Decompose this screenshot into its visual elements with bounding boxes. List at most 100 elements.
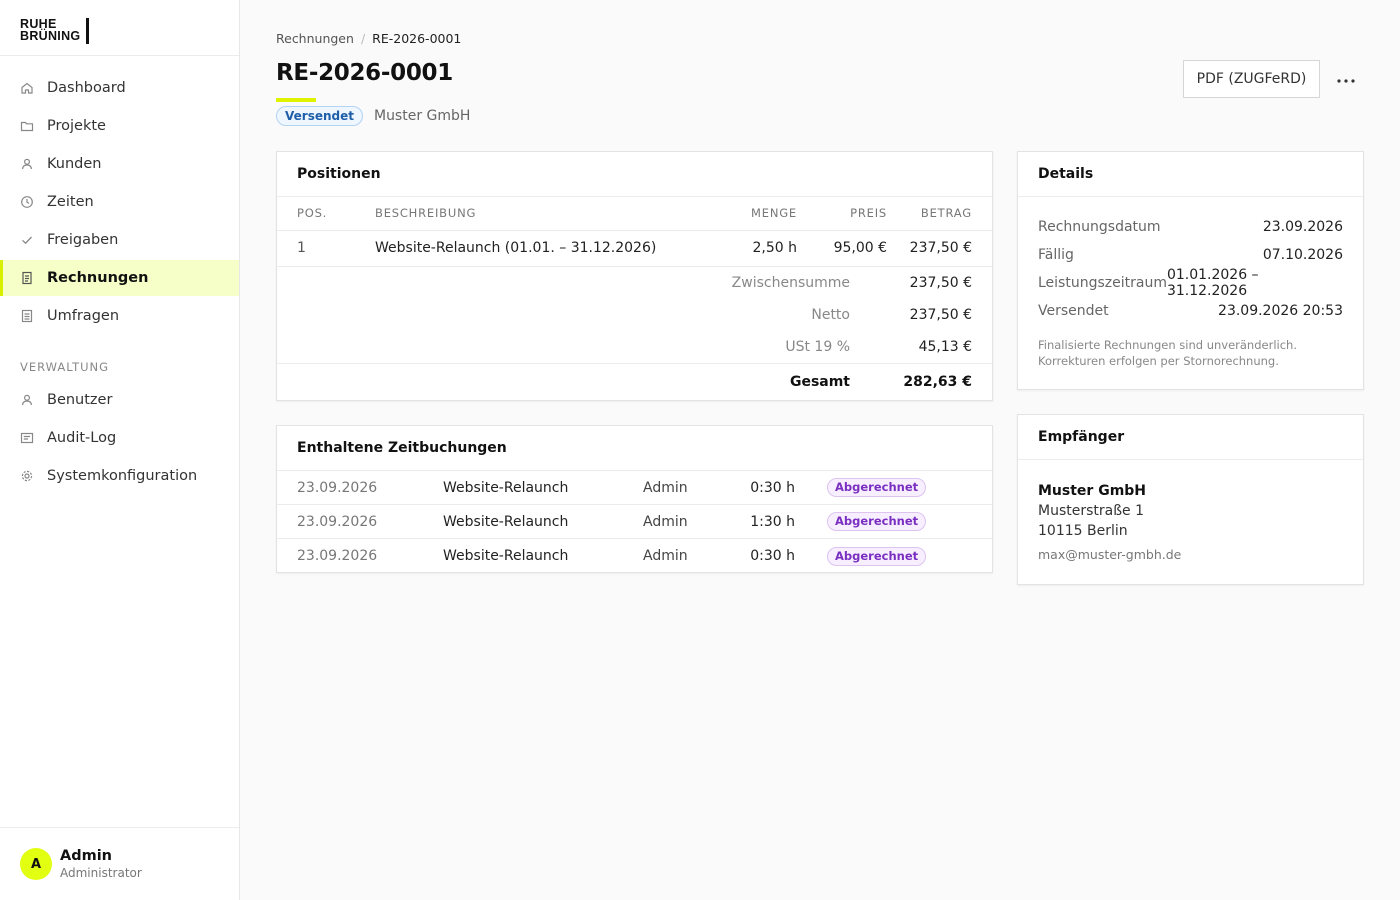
totals-block: Zwischensumme 237,50 € Netto 237,50 € US… bbox=[277, 267, 992, 400]
more-options-button[interactable] bbox=[1334, 68, 1358, 90]
status-badge: Versendet bbox=[276, 106, 363, 126]
status-row: Versendet Muster GmbH bbox=[276, 106, 470, 126]
sidebar-item-umfragen[interactable]: Umfragen bbox=[0, 298, 239, 334]
column-header-quantity: MENGE bbox=[705, 197, 797, 231]
time-entries-card: Enthaltene Zeitbuchungen 23.09.2026 Webs… bbox=[276, 425, 993, 573]
sidebar-item-systemkonfiguration[interactable]: Systemkonfiguration bbox=[0, 458, 239, 494]
sidebar-item-label: Kunden bbox=[47, 156, 102, 172]
document-icon bbox=[20, 271, 34, 285]
nav-section-label: VERWALTUNG bbox=[20, 360, 110, 374]
gear-icon bbox=[20, 469, 34, 483]
subtotal-value: 237,50 € bbox=[909, 274, 972, 291]
avatar: A bbox=[20, 848, 52, 880]
recipient-name: Muster GmbH bbox=[1038, 483, 1147, 499]
positions-title: Positionen bbox=[277, 152, 992, 197]
sidebar: RUHE BRÜNING Dashboard Projekte Kunden Z… bbox=[0, 0, 240, 900]
entry-date: 23.09.2026 bbox=[297, 548, 378, 564]
home-icon bbox=[20, 81, 34, 95]
sidebar-item-rechnungen[interactable]: Rechnungen bbox=[0, 260, 239, 296]
log-icon bbox=[20, 431, 34, 445]
cell-pos: 1 bbox=[277, 230, 375, 267]
detail-row-due-date: Fällig 07.10.2026 bbox=[1018, 241, 1363, 269]
sidebar-item-label: Rechnungen bbox=[47, 270, 149, 286]
status-badge: Abgerechnet bbox=[827, 546, 927, 566]
detail-label: Versendet bbox=[1038, 303, 1109, 319]
sidebar-item-benutzer[interactable]: Benutzer bbox=[0, 382, 239, 418]
column-header-amount: BETRAG bbox=[887, 197, 992, 231]
table-row: 1 Website-Relaunch (01.01. – 31.12.2026)… bbox=[277, 230, 992, 267]
positions-card: Positionen POS. BESCHREIBUNG MENGE PREIS… bbox=[276, 151, 993, 401]
column-header-description: BESCHREIBUNG bbox=[375, 197, 705, 231]
sidebar-item-freigaben[interactable]: Freigaben bbox=[0, 222, 239, 258]
sidebar-item-label: Audit-Log bbox=[47, 430, 117, 446]
breadcrumb-parent-link[interactable]: Rechnungen bbox=[276, 31, 354, 46]
column-header-price: PREIS bbox=[797, 197, 887, 231]
more-horizontal-icon bbox=[1337, 71, 1355, 87]
subtotal-row: Zwischensumme 237,50 € bbox=[297, 267, 972, 299]
tax-label: USt 19 % bbox=[785, 338, 850, 355]
brand-logo-bar bbox=[86, 18, 89, 44]
status-badge: Abgerechnet bbox=[827, 512, 927, 531]
detail-value: 01.01.2026 – 31.12.2026 bbox=[1166, 267, 1259, 299]
cell-amount: 237,50 € bbox=[887, 230, 992, 267]
details-body: Rechnungsdatum 23.09.2026 Fällig 07.10.2… bbox=[1018, 197, 1363, 369]
tax-row: USt 19 % 45,13 € bbox=[297, 331, 972, 363]
sidebar-item-label: Freigaben bbox=[47, 232, 119, 248]
list-icon bbox=[20, 309, 34, 323]
main-nav: Dashboard Projekte Kunden Zeiten Freigab… bbox=[0, 56, 239, 494]
table-header-row: POS. BESCHREIBUNG MENGE PREIS BETRAG bbox=[277, 197, 992, 231]
entry-status: Abgerechnet bbox=[795, 546, 927, 566]
entry-duration: 1:30 h bbox=[750, 513, 795, 530]
user-profile[interactable]: A Admin Administrator bbox=[0, 827, 239, 900]
user-info: Admin Administrator bbox=[60, 847, 142, 881]
breadcrumb-separator: / bbox=[360, 31, 366, 46]
brand-logo[interactable]: RUHE BRÜNING bbox=[20, 18, 89, 44]
page-title: RE-2026-0001 bbox=[276, 60, 453, 86]
details-title: Details bbox=[1018, 152, 1363, 197]
cell-price: 95,00 € bbox=[797, 230, 887, 267]
sidebar-item-audit-log[interactable]: Audit-Log bbox=[0, 420, 239, 456]
list-item[interactable]: 23.09.2026 Website-Relaunch Admin 0:30 h… bbox=[277, 471, 992, 505]
note-line-2: Korrekturen erfolgen per Stornorechnung. bbox=[1038, 354, 1279, 368]
detail-label: Leistungszeitraum bbox=[1038, 275, 1167, 291]
detail-row-sent: Versendet 23.09.2026 20:53 bbox=[1018, 297, 1363, 325]
recipient-title: Empfänger bbox=[1018, 415, 1363, 460]
status-badge: Abgerechnet bbox=[827, 478, 927, 497]
recipient-email[interactable]: max@muster-gmbh.de bbox=[1038, 547, 1343, 562]
folder-icon bbox=[20, 119, 34, 133]
user-role: Administrator bbox=[60, 866, 142, 880]
detail-row-service-period: Leistungszeitraum 01.01.2026 – 31.12.202… bbox=[1018, 267, 1363, 299]
cell-quantity: 2,50 h bbox=[705, 230, 797, 267]
sidebar-item-projekte[interactable]: Projekte bbox=[0, 108, 239, 144]
total-row: Gesamt 282,63 € bbox=[277, 362, 992, 400]
pdf-zugferd-button[interactable]: PDF (ZUGFeRD) bbox=[1183, 60, 1320, 98]
client-name: Muster GmbH bbox=[373, 108, 471, 124]
list-item[interactable]: 23.09.2026 Website-Relaunch Admin 1:30 h… bbox=[277, 505, 992, 539]
recipient-card: Empfänger Muster GmbH Musterstraße 1 101… bbox=[1017, 414, 1364, 585]
note-line-1: Finalisierte Rechnungen sind unveränderl… bbox=[1038, 338, 1297, 352]
detail-value: 07.10.2026 bbox=[1262, 247, 1343, 263]
entry-user: Admin bbox=[643, 548, 688, 564]
sidebar-item-label: Umfragen bbox=[47, 308, 120, 324]
entry-status: Abgerechnet bbox=[795, 478, 927, 497]
entry-project: Website-Relaunch bbox=[443, 548, 569, 564]
clock-icon bbox=[20, 195, 34, 209]
brand-line-2: BRÜNING bbox=[20, 29, 81, 43]
detail-value: 23.09.2026 20:53 bbox=[1218, 303, 1343, 319]
immutability-note: Finalisierte Rechnungen sind unveränderl… bbox=[1018, 325, 1363, 369]
total-value: 282,63 € bbox=[903, 373, 972, 390]
detail-label: Rechnungsdatum bbox=[1038, 219, 1161, 235]
user-icon bbox=[20, 393, 34, 407]
sidebar-item-kunden[interactable]: Kunden bbox=[0, 146, 239, 182]
sidebar-item-dashboard[interactable]: Dashboard bbox=[0, 70, 239, 106]
entry-project: Website-Relaunch bbox=[443, 513, 569, 530]
details-card: Details Rechnungsdatum 23.09.2026 Fällig… bbox=[1017, 151, 1364, 390]
net-value: 237,50 € bbox=[909, 306, 972, 323]
entry-date: 23.09.2026 bbox=[297, 513, 378, 530]
entry-duration: 0:30 h bbox=[750, 479, 795, 496]
entry-duration: 0:30 h bbox=[750, 548, 795, 564]
net-row: Netto 237,50 € bbox=[297, 299, 972, 331]
sidebar-item-zeiten[interactable]: Zeiten bbox=[0, 184, 239, 220]
list-item[interactable]: 23.09.2026 Website-Relaunch Admin 0:30 h… bbox=[277, 539, 992, 573]
time-entries-title: Enthaltene Zeitbuchungen bbox=[277, 426, 992, 471]
